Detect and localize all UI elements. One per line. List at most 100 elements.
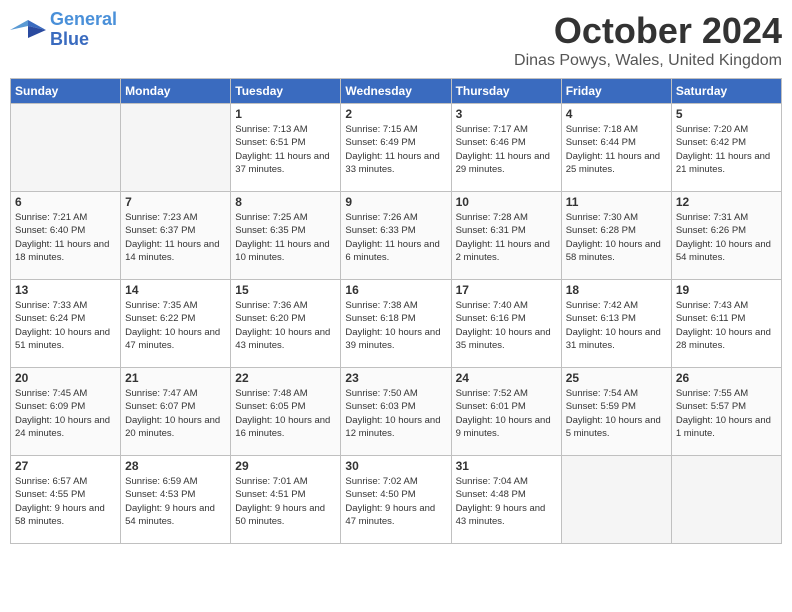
- day-number: 6: [15, 195, 116, 209]
- logo-line1: General: [50, 9, 117, 29]
- day-info: Sunrise: 7:43 AMSunset: 6:11 PMDaylight:…: [676, 299, 777, 352]
- day-info: Sunrise: 7:31 AMSunset: 6:26 PMDaylight:…: [676, 211, 777, 264]
- day-number: 20: [15, 371, 116, 385]
- day-info: Sunrise: 7:26 AMSunset: 6:33 PMDaylight:…: [345, 211, 446, 264]
- calendar-cell: 18Sunrise: 7:42 AMSunset: 6:13 PMDayligh…: [561, 280, 671, 368]
- calendar-cell: [671, 456, 781, 544]
- day-number: 29: [235, 459, 336, 473]
- calendar-cell: 23 Sunrise: 7:50 AMSunset: 6:03 PMDayligh…: [341, 368, 451, 456]
- logo-line2: Blue: [50, 29, 89, 49]
- day-number: 18: [566, 283, 667, 297]
- weekday-header: Tuesday: [231, 79, 341, 104]
- calendar-cell: 19 Sunrise: 7:43 AMSunset: 6:11 PMDayligh…: [671, 280, 781, 368]
- day-number: 19: [676, 283, 777, 297]
- calendar-cell: 16 Sunrise: 7:38 AMSunset: 6:18 PMDayligh…: [341, 280, 451, 368]
- weekday-header: Wednesday: [341, 79, 451, 104]
- calendar-cell: 25 Sunrise: 7:54 AMSunset: 5:59 PMDayligh…: [561, 368, 671, 456]
- day-info: Sunrise: 7:20 AMSunset: 6:42 PMDaylight:…: [676, 123, 777, 176]
- day-info: Sunrise: 7:38 AMSunset: 6:18 PMDaylight:…: [345, 299, 446, 352]
- calendar-cell: 26 Sunrise: 7:55 AMSunset: 5:57 PMDayligh…: [671, 368, 781, 456]
- day-number: 5: [676, 107, 777, 121]
- calendar-week-row: 13Sunrise: 7:33 AMSunset: 6:24 PMDayligh…: [11, 280, 782, 368]
- day-info: Sunrise: 7:50 AMSunset: 6:03 PMDaylight:…: [345, 387, 446, 440]
- calendar-cell: 17Sunrise: 7:40 AMSunset: 6:16 PMDayligh…: [451, 280, 561, 368]
- day-number: 27: [15, 459, 116, 473]
- calendar-cell: 12 Sunrise: 7:31 AMSunset: 6:26 PMDayligh…: [671, 192, 781, 280]
- day-number: 3: [456, 107, 557, 121]
- day-number: 31: [456, 459, 557, 473]
- calendar-cell: 22 Sunrise: 7:48 AMSunset: 6:05 PMDayligh…: [231, 368, 341, 456]
- day-info: Sunrise: 6:59 AMSunset: 4:53 PMDaylight:…: [125, 475, 226, 528]
- day-number: 30: [345, 459, 446, 473]
- day-number: 13: [15, 283, 116, 297]
- day-number: 26: [676, 371, 777, 385]
- calendar-cell: 11 Sunrise: 7:30 AMSunset: 6:28 PMDayligh…: [561, 192, 671, 280]
- day-info: Sunrise: 7:13 AMSunset: 6:51 PMDaylight:…: [235, 123, 336, 176]
- day-number: 4: [566, 107, 667, 121]
- weekday-header-row: SundayMondayTuesdayWednesdayThursdayFrid…: [11, 79, 782, 104]
- day-info: Sunrise: 7:23 AMSunset: 6:37 PMDaylight:…: [125, 211, 226, 264]
- weekday-header: Saturday: [671, 79, 781, 104]
- calendar-cell: 31Sunrise: 7:04 AMSunset: 4:48 PMDayligh…: [451, 456, 561, 544]
- calendar-cell: 1 Sunrise: 7:13 AMSunset: 6:51 PMDaylight…: [231, 104, 341, 192]
- day-info: Sunrise: 7:30 AMSunset: 6:28 PMDaylight:…: [566, 211, 667, 264]
- calendar-cell: 27Sunrise: 6:57 AMSunset: 4:55 PMDayligh…: [11, 456, 121, 544]
- day-info: Sunrise: 7:47 AMSunset: 6:07 PMDaylight:…: [125, 387, 226, 440]
- calendar-table: SundayMondayTuesdayWednesdayThursdayFrid…: [10, 78, 782, 544]
- day-info: Sunrise: 7:48 AMSunset: 6:05 PMDaylight:…: [235, 387, 336, 440]
- calendar-cell: 30 Sunrise: 7:02 AMSunset: 4:50 PMDayligh…: [341, 456, 451, 544]
- location-subtitle: Dinas Powys, Wales, United Kingdom: [514, 52, 782, 70]
- logo-text: General Blue: [50, 10, 117, 50]
- day-number: 25: [566, 371, 667, 385]
- day-info: Sunrise: 7:52 AMSunset: 6:01 PMDaylight:…: [456, 387, 557, 440]
- calendar-cell: 8Sunrise: 7:25 AMSunset: 6:35 PMDaylight…: [231, 192, 341, 280]
- day-info: Sunrise: 7:35 AMSunset: 6:22 PMDaylight:…: [125, 299, 226, 352]
- day-number: 14: [125, 283, 226, 297]
- calendar-cell: 13Sunrise: 7:33 AMSunset: 6:24 PMDayligh…: [11, 280, 121, 368]
- day-number: 12: [676, 195, 777, 209]
- day-number: 2: [345, 107, 446, 121]
- logo-icon: [10, 16, 46, 44]
- day-info: Sunrise: 7:15 AMSunset: 6:49 PMDaylight:…: [345, 123, 446, 176]
- calendar-week-row: 27Sunrise: 6:57 AMSunset: 4:55 PMDayligh…: [11, 456, 782, 544]
- day-info: Sunrise: 7:54 AMSunset: 5:59 PMDaylight:…: [566, 387, 667, 440]
- day-number: 23: [345, 371, 446, 385]
- calendar-cell: 7 Sunrise: 7:23 AMSunset: 6:37 PMDaylight…: [121, 192, 231, 280]
- calendar-cell: [11, 104, 121, 192]
- weekday-header: Sunday: [11, 79, 121, 104]
- day-number: 15: [235, 283, 336, 297]
- day-number: 7: [125, 195, 226, 209]
- calendar-cell: 2 Sunrise: 7:15 AMSunset: 6:49 PMDaylight…: [341, 104, 451, 192]
- day-number: 10: [456, 195, 557, 209]
- day-number: 8: [235, 195, 336, 209]
- day-number: 11: [566, 195, 667, 209]
- day-info: Sunrise: 7:45 AMSunset: 6:09 PMDaylight:…: [15, 387, 116, 440]
- calendar-week-row: 20 Sunrise: 7:45 AMSunset: 6:09 PMDayligh…: [11, 368, 782, 456]
- calendar-cell: 28 Sunrise: 6:59 AMSunset: 4:53 PMDayligh…: [121, 456, 231, 544]
- day-number: 16: [345, 283, 446, 297]
- calendar-cell: 9 Sunrise: 7:26 AMSunset: 6:33 PMDaylight…: [341, 192, 451, 280]
- day-number: 21: [125, 371, 226, 385]
- weekday-header: Thursday: [451, 79, 561, 104]
- day-number: 28: [125, 459, 226, 473]
- day-number: 24: [456, 371, 557, 385]
- calendar-cell: 21 Sunrise: 7:47 AMSunset: 6:07 PMDayligh…: [121, 368, 231, 456]
- weekday-header: Monday: [121, 79, 231, 104]
- day-number: 22: [235, 371, 336, 385]
- calendar-cell: [561, 456, 671, 544]
- day-info: Sunrise: 7:01 AMSunset: 4:51 PMDaylight:…: [235, 475, 336, 528]
- calendar-cell: 15Sunrise: 7:36 AMSunset: 6:20 PMDayligh…: [231, 280, 341, 368]
- day-info: Sunrise: 7:18 AMSunset: 6:44 PMDaylight:…: [566, 123, 667, 176]
- calendar-cell: [121, 104, 231, 192]
- calendar-cell: 14 Sunrise: 7:35 AMSunset: 6:22 PMDayligh…: [121, 280, 231, 368]
- month-title: October 2024: [514, 10, 782, 52]
- logo: General Blue: [10, 10, 117, 50]
- day-info: Sunrise: 7:55 AMSunset: 5:57 PMDaylight:…: [676, 387, 777, 440]
- calendar-cell: 20 Sunrise: 7:45 AMSunset: 6:09 PMDayligh…: [11, 368, 121, 456]
- calendar-cell: 4 Sunrise: 7:18 AMSunset: 6:44 PMDaylight…: [561, 104, 671, 192]
- day-info: Sunrise: 7:02 AMSunset: 4:50 PMDaylight:…: [345, 475, 446, 528]
- day-number: 1: [235, 107, 336, 121]
- calendar-cell: 6Sunrise: 7:21 AMSunset: 6:40 PMDaylight…: [11, 192, 121, 280]
- day-number: 17: [456, 283, 557, 297]
- day-number: 9: [345, 195, 446, 209]
